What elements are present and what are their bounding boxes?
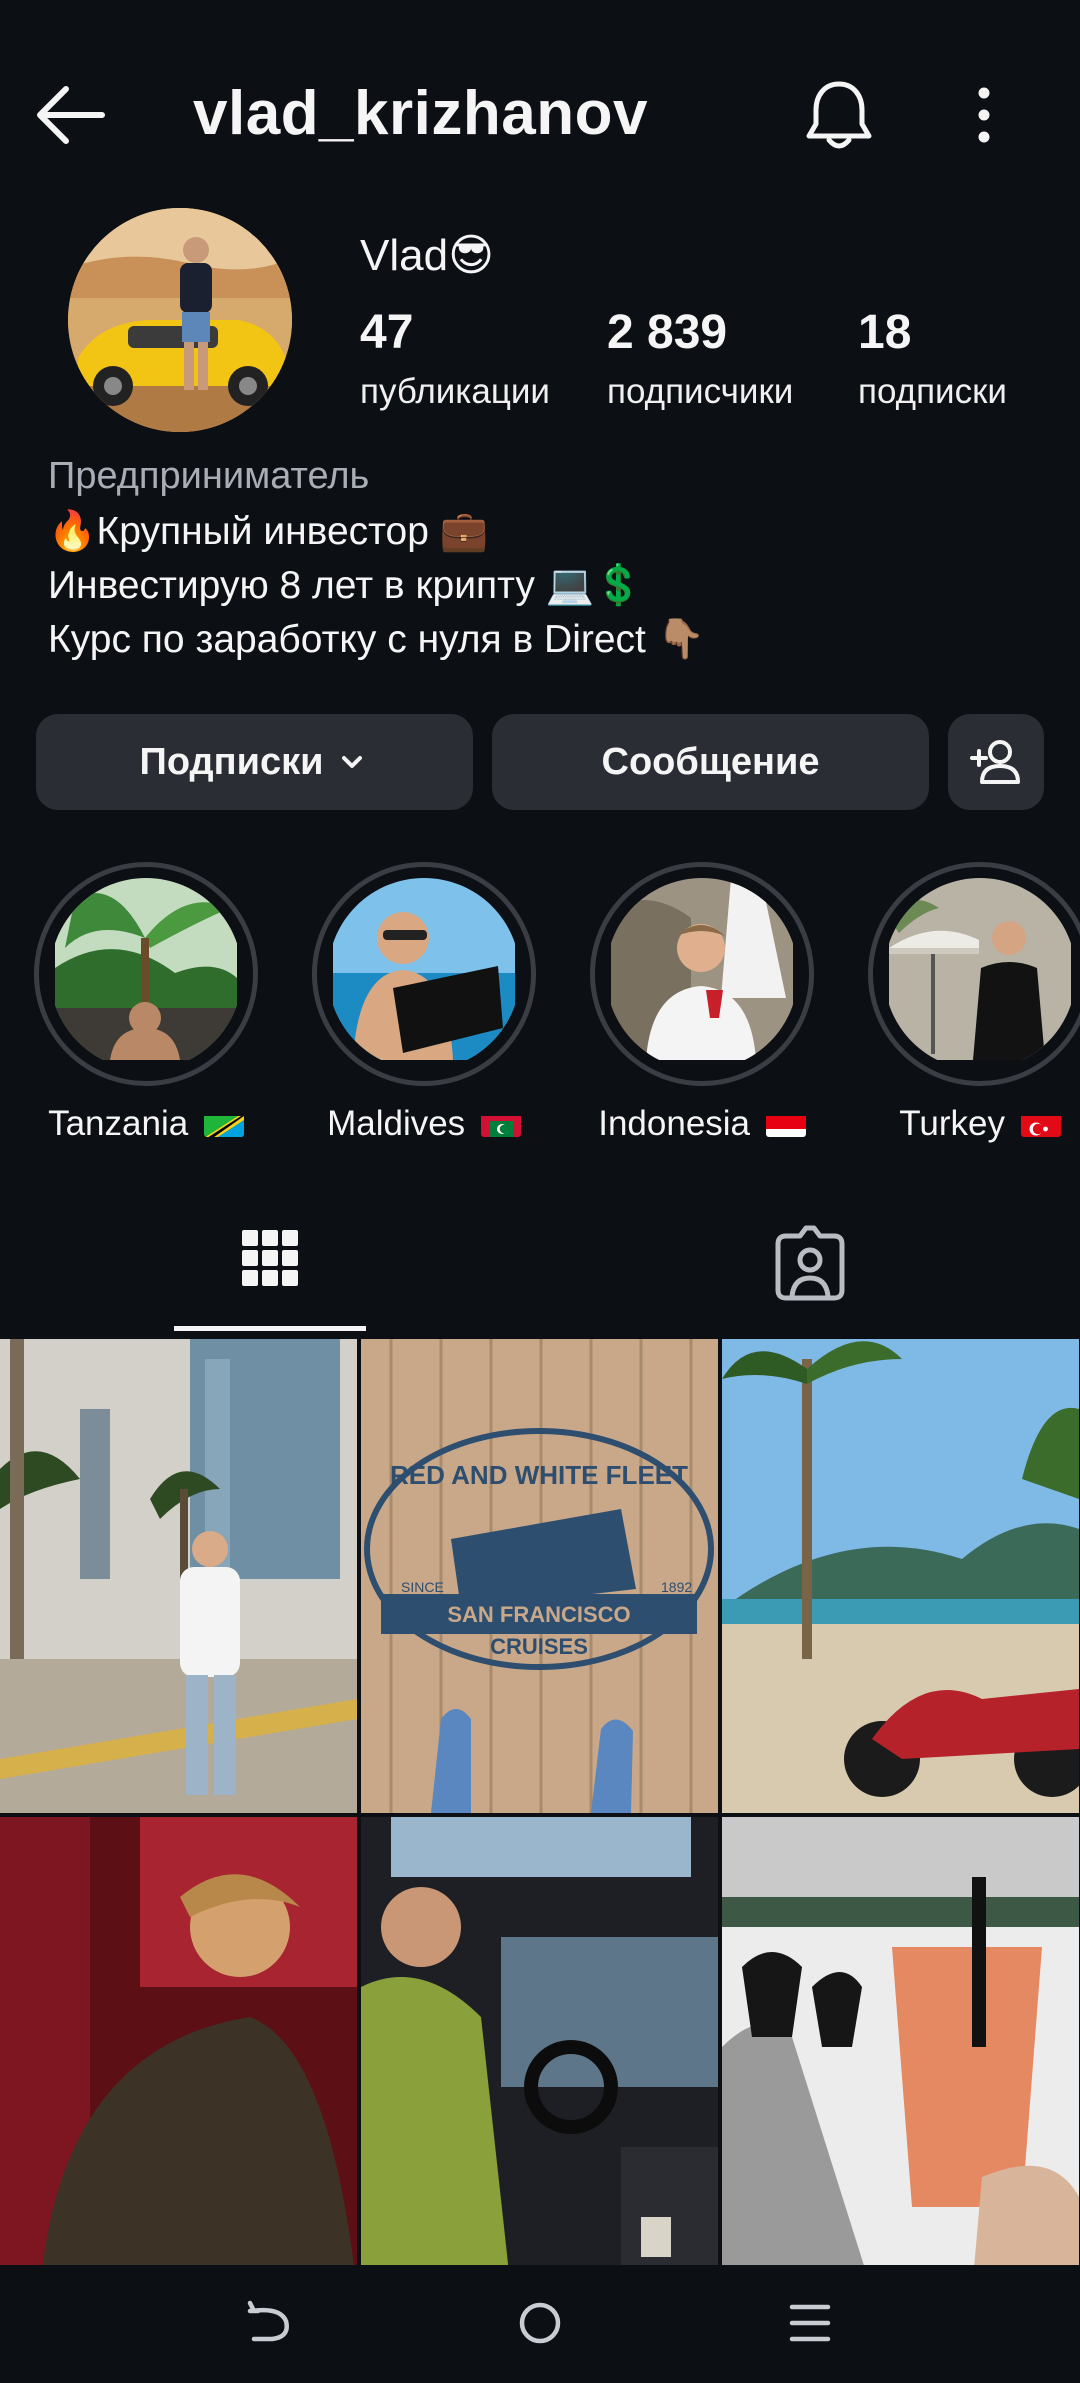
post-tile[interactable] bbox=[722, 1817, 1079, 2291]
post-text-year: 1892 bbox=[661, 1579, 692, 1595]
profile-category: Предприниматель bbox=[48, 455, 370, 497]
post-tile[interactable] bbox=[722, 1339, 1079, 1813]
tab-posts-grid[interactable] bbox=[174, 1210, 366, 1334]
highlight-image bbox=[50, 878, 242, 1070]
stat-following[interactable]: 18 подписки bbox=[858, 305, 1007, 412]
post-text-sf: SAN FRANCISCO bbox=[447, 1602, 630, 1627]
post-tile[interactable] bbox=[361, 1817, 718, 2291]
following-button[interactable]: Подписки bbox=[36, 714, 473, 810]
profile-username: vlad_krizhanov bbox=[193, 79, 648, 148]
highlight-indonesia[interactable]: Indonesia bbox=[589, 862, 815, 1144]
more-options-button[interactable] bbox=[960, 80, 1008, 150]
following-count: 18 bbox=[858, 306, 912, 359]
highlight-ring bbox=[34, 862, 258, 1086]
bio-line-2: Инвестирую 8 лет в крипту 💻💲 bbox=[48, 564, 643, 607]
post-tile[interactable] bbox=[0, 1339, 357, 1813]
posts-label: публикации bbox=[360, 372, 550, 411]
bio-line-1: 🔥Крупный инвестор 💼 bbox=[48, 510, 489, 553]
highlight-label: Tanzania bbox=[33, 1104, 259, 1144]
flag-maldives-icon bbox=[480, 1111, 521, 1137]
message-button-label: Сообщение bbox=[601, 740, 820, 783]
arrow-left-icon bbox=[37, 86, 105, 144]
profile-avatar[interactable] bbox=[68, 208, 292, 432]
home-nav-icon[interactable] bbox=[510, 2293, 570, 2353]
highlight-label: Maldives bbox=[311, 1104, 537, 1144]
post-text-cruises: CRUISES bbox=[490, 1634, 588, 1659]
flag-indonesia-icon bbox=[765, 1111, 806, 1137]
highlight-ring bbox=[590, 862, 814, 1086]
back-button[interactable] bbox=[30, 80, 110, 150]
highlight-maldives[interactable]: Maldives bbox=[311, 862, 537, 1144]
following-button-label: Подписки bbox=[139, 740, 324, 783]
bell-icon bbox=[806, 81, 872, 149]
display-name: Vlad😎 bbox=[360, 231, 494, 280]
highlight-ring bbox=[868, 862, 1080, 1086]
recents-nav-icon[interactable] bbox=[780, 2293, 840, 2353]
grid-icon bbox=[242, 1230, 298, 1286]
stat-posts[interactable]: 47 публикации bbox=[360, 305, 550, 412]
active-tab-indicator bbox=[174, 1326, 366, 1331]
following-label: подписки bbox=[858, 372, 1007, 411]
highlight-label: Turkey bbox=[867, 1104, 1080, 1144]
top-bar: vlad_krizhanov bbox=[0, 0, 1080, 230]
highlight-ring bbox=[312, 862, 536, 1086]
tab-tagged[interactable] bbox=[714, 1210, 906, 1334]
followers-count: 2 839 bbox=[607, 306, 728, 359]
highlight-image bbox=[328, 878, 520, 1070]
add-user-button[interactable] bbox=[948, 714, 1044, 810]
followers-label: подписчики bbox=[607, 372, 794, 411]
bio-line-3: Курс по заработку с нуля в Direct 👇🏽 bbox=[48, 618, 706, 661]
highlight-image bbox=[606, 878, 798, 1070]
message-button[interactable]: Сообщение bbox=[492, 714, 929, 810]
back-nav-icon[interactable] bbox=[240, 2293, 300, 2353]
posts-count: 47 bbox=[360, 306, 414, 359]
post-tile[interactable]: RED AND WHITE FLEET SINCE 1892 SAN FRANC… bbox=[361, 1339, 718, 1813]
add-user-icon bbox=[970, 740, 1020, 784]
post-tile[interactable] bbox=[0, 1817, 357, 2291]
profile-page: vlad_krizhanov Vlad😎 47 публикации 2 839… bbox=[0, 0, 1080, 2383]
system-nav-bar bbox=[0, 2265, 1080, 2383]
chevron-down-icon bbox=[342, 756, 363, 768]
post-text-fleet: RED AND WHITE FLEET bbox=[390, 1460, 688, 1490]
highlight-turkey[interactable]: Turkey bbox=[867, 862, 1080, 1144]
stat-followers[interactable]: 2 839 подписчики bbox=[607, 305, 793, 412]
highlight-tanzania[interactable]: Tanzania bbox=[33, 862, 259, 1144]
more-vertical-icon bbox=[978, 87, 990, 143]
flag-turkey-icon bbox=[1020, 1111, 1061, 1137]
post-text-since: SINCE bbox=[401, 1579, 444, 1595]
highlight-label: Indonesia bbox=[589, 1104, 815, 1144]
notifications-button[interactable] bbox=[800, 76, 878, 154]
highlight-image bbox=[884, 878, 1076, 1070]
tagged-person-icon bbox=[775, 1225, 845, 1301]
flag-tanzania-icon bbox=[203, 1111, 244, 1137]
